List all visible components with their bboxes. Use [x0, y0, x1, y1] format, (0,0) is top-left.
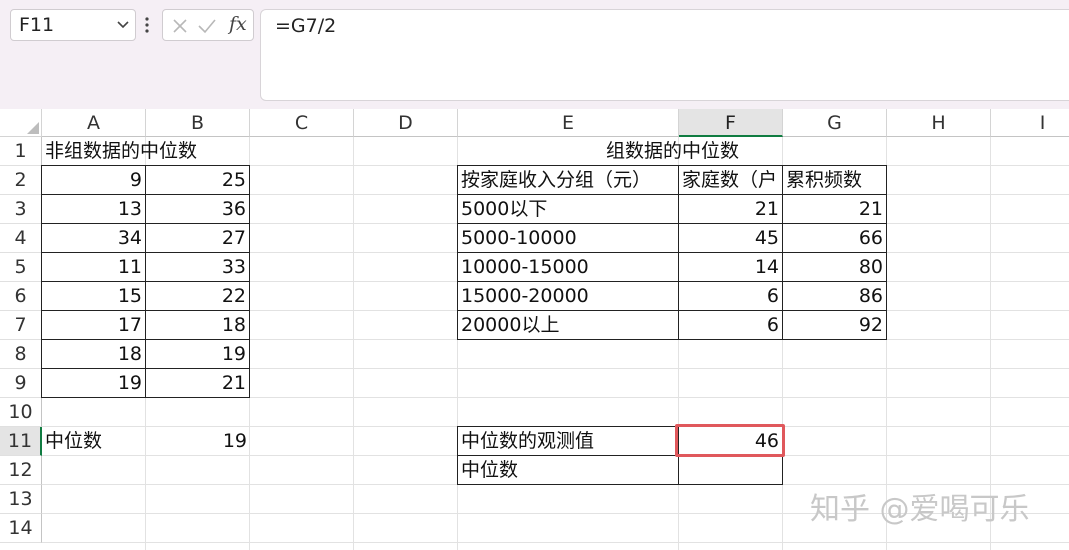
left-table-cell[interactable]: 18: [145, 310, 250, 340]
left-table-cell[interactable]: 19: [145, 339, 250, 369]
insert-function-button[interactable]: fx: [229, 13, 247, 35]
row-header-1[interactable]: 1: [0, 137, 42, 166]
left-table-cell[interactable]: 15: [41, 281, 146, 311]
column-header-a[interactable]: A: [42, 109, 146, 137]
name-box-value[interactable]: F11: [19, 14, 54, 36]
right-table-cell[interactable]: 21: [782, 194, 887, 224]
select-all-icon: [27, 122, 39, 134]
right-table-cell[interactable]: 20000以上: [457, 310, 679, 340]
row-header-9[interactable]: 9: [0, 369, 42, 398]
active-cell-highlight[interactable]: [675, 424, 785, 457]
right-table-header[interactable]: 按家庭收入分组（元）: [457, 165, 679, 195]
left-table-cell[interactable]: 27: [145, 223, 250, 253]
formula-actions: fx: [162, 9, 254, 41]
row-header-2[interactable]: 2: [0, 166, 42, 195]
row-header-11[interactable]: 11: [0, 427, 42, 456]
row-header-5[interactable]: 5: [0, 253, 42, 282]
left-table-cell[interactable]: 13: [41, 194, 146, 224]
row-header-10[interactable]: 10: [0, 398, 42, 427]
formula-text[interactable]: =G7/2: [275, 15, 336, 37]
left-table-cell[interactable]: 21: [145, 368, 250, 398]
enter-check-icon[interactable]: [197, 17, 217, 35]
right-median-value[interactable]: [678, 455, 783, 485]
left-table-cell[interactable]: 11: [41, 252, 146, 282]
right-table-title[interactable]: 组数据的中位数: [458, 137, 887, 166]
row-header-14[interactable]: 14: [0, 514, 42, 543]
right-table-cell[interactable]: 86: [782, 281, 887, 311]
left-table-title[interactable]: 非组数据的中位数: [42, 137, 197, 166]
more-options-icon[interactable]: [143, 14, 151, 36]
right-table-cell[interactable]: 15000-20000: [457, 281, 679, 311]
left-median-value[interactable]: 19: [146, 427, 250, 456]
row-header-3[interactable]: 3: [0, 195, 42, 224]
right-table-cell[interactable]: 6: [678, 310, 783, 340]
left-table-cell[interactable]: 25: [145, 165, 250, 195]
row-header-6[interactable]: 6: [0, 282, 42, 311]
left-table-cell[interactable]: 36: [145, 194, 250, 224]
column-header-d[interactable]: D: [354, 109, 458, 137]
left-table-cell[interactable]: 18: [41, 339, 146, 369]
right-table-cell[interactable]: 66: [782, 223, 887, 253]
row-header-8[interactable]: 8: [0, 340, 42, 369]
row-header-13[interactable]: 13: [0, 485, 42, 514]
column-header-g[interactable]: G: [783, 109, 887, 137]
left-table-cell[interactable]: 17: [41, 310, 146, 340]
left-table-cell[interactable]: 22: [145, 281, 250, 311]
right-table-cell[interactable]: 6: [678, 281, 783, 311]
gridline-horizontal: [42, 542, 1069, 543]
gridline-vertical: [353, 137, 354, 550]
left-table-cell[interactable]: 34: [41, 223, 146, 253]
column-header-e[interactable]: E: [458, 109, 679, 137]
right-median-label[interactable]: 中位数: [457, 455, 679, 485]
right-table-cell[interactable]: 14: [678, 252, 783, 282]
select-all-button[interactable]: [0, 109, 42, 137]
right-table-cell[interactable]: 5000以下: [457, 194, 679, 224]
right-table-cell[interactable]: 5000-10000: [457, 223, 679, 253]
right-table-cell[interactable]: 10000-15000: [457, 252, 679, 282]
right-table-header[interactable]: 家庭数（户: [678, 165, 783, 195]
watermark: 知乎 @爱喝可乐: [810, 492, 1030, 527]
cancel-icon[interactable]: [171, 17, 189, 35]
formula-input[interactable]: =G7/2: [260, 9, 1069, 101]
left-table-cell[interactable]: 19: [41, 368, 146, 398]
column-header-f[interactable]: F: [679, 109, 783, 137]
right-table-header[interactable]: 累积频数: [782, 165, 887, 195]
right-table-cell[interactable]: 80: [782, 252, 887, 282]
name-box[interactable]: F11: [10, 9, 136, 41]
left-table-cell[interactable]: 9: [41, 165, 146, 195]
column-header-i[interactable]: I: [991, 109, 1069, 137]
row-header-4[interactable]: 4: [0, 224, 42, 253]
chevron-down-icon[interactable]: [115, 16, 131, 32]
observed-median-label[interactable]: 中位数的观测值: [457, 426, 679, 456]
left-table-cell[interactable]: 33: [145, 252, 250, 282]
formula-bar: F11 fx =G7/2: [0, 0, 1069, 109]
row-header-12[interactable]: 12: [0, 456, 42, 485]
right-table-cell[interactable]: 45: [678, 223, 783, 253]
row-header-7[interactable]: 7: [0, 311, 42, 340]
column-header-h[interactable]: H: [887, 109, 991, 137]
right-table-cell[interactable]: 21: [678, 194, 783, 224]
left-median-label[interactable]: 中位数: [42, 427, 146, 456]
column-header-c[interactable]: C: [250, 109, 354, 137]
right-table-cell[interactable]: 92: [782, 310, 887, 340]
column-header-b[interactable]: B: [146, 109, 250, 137]
